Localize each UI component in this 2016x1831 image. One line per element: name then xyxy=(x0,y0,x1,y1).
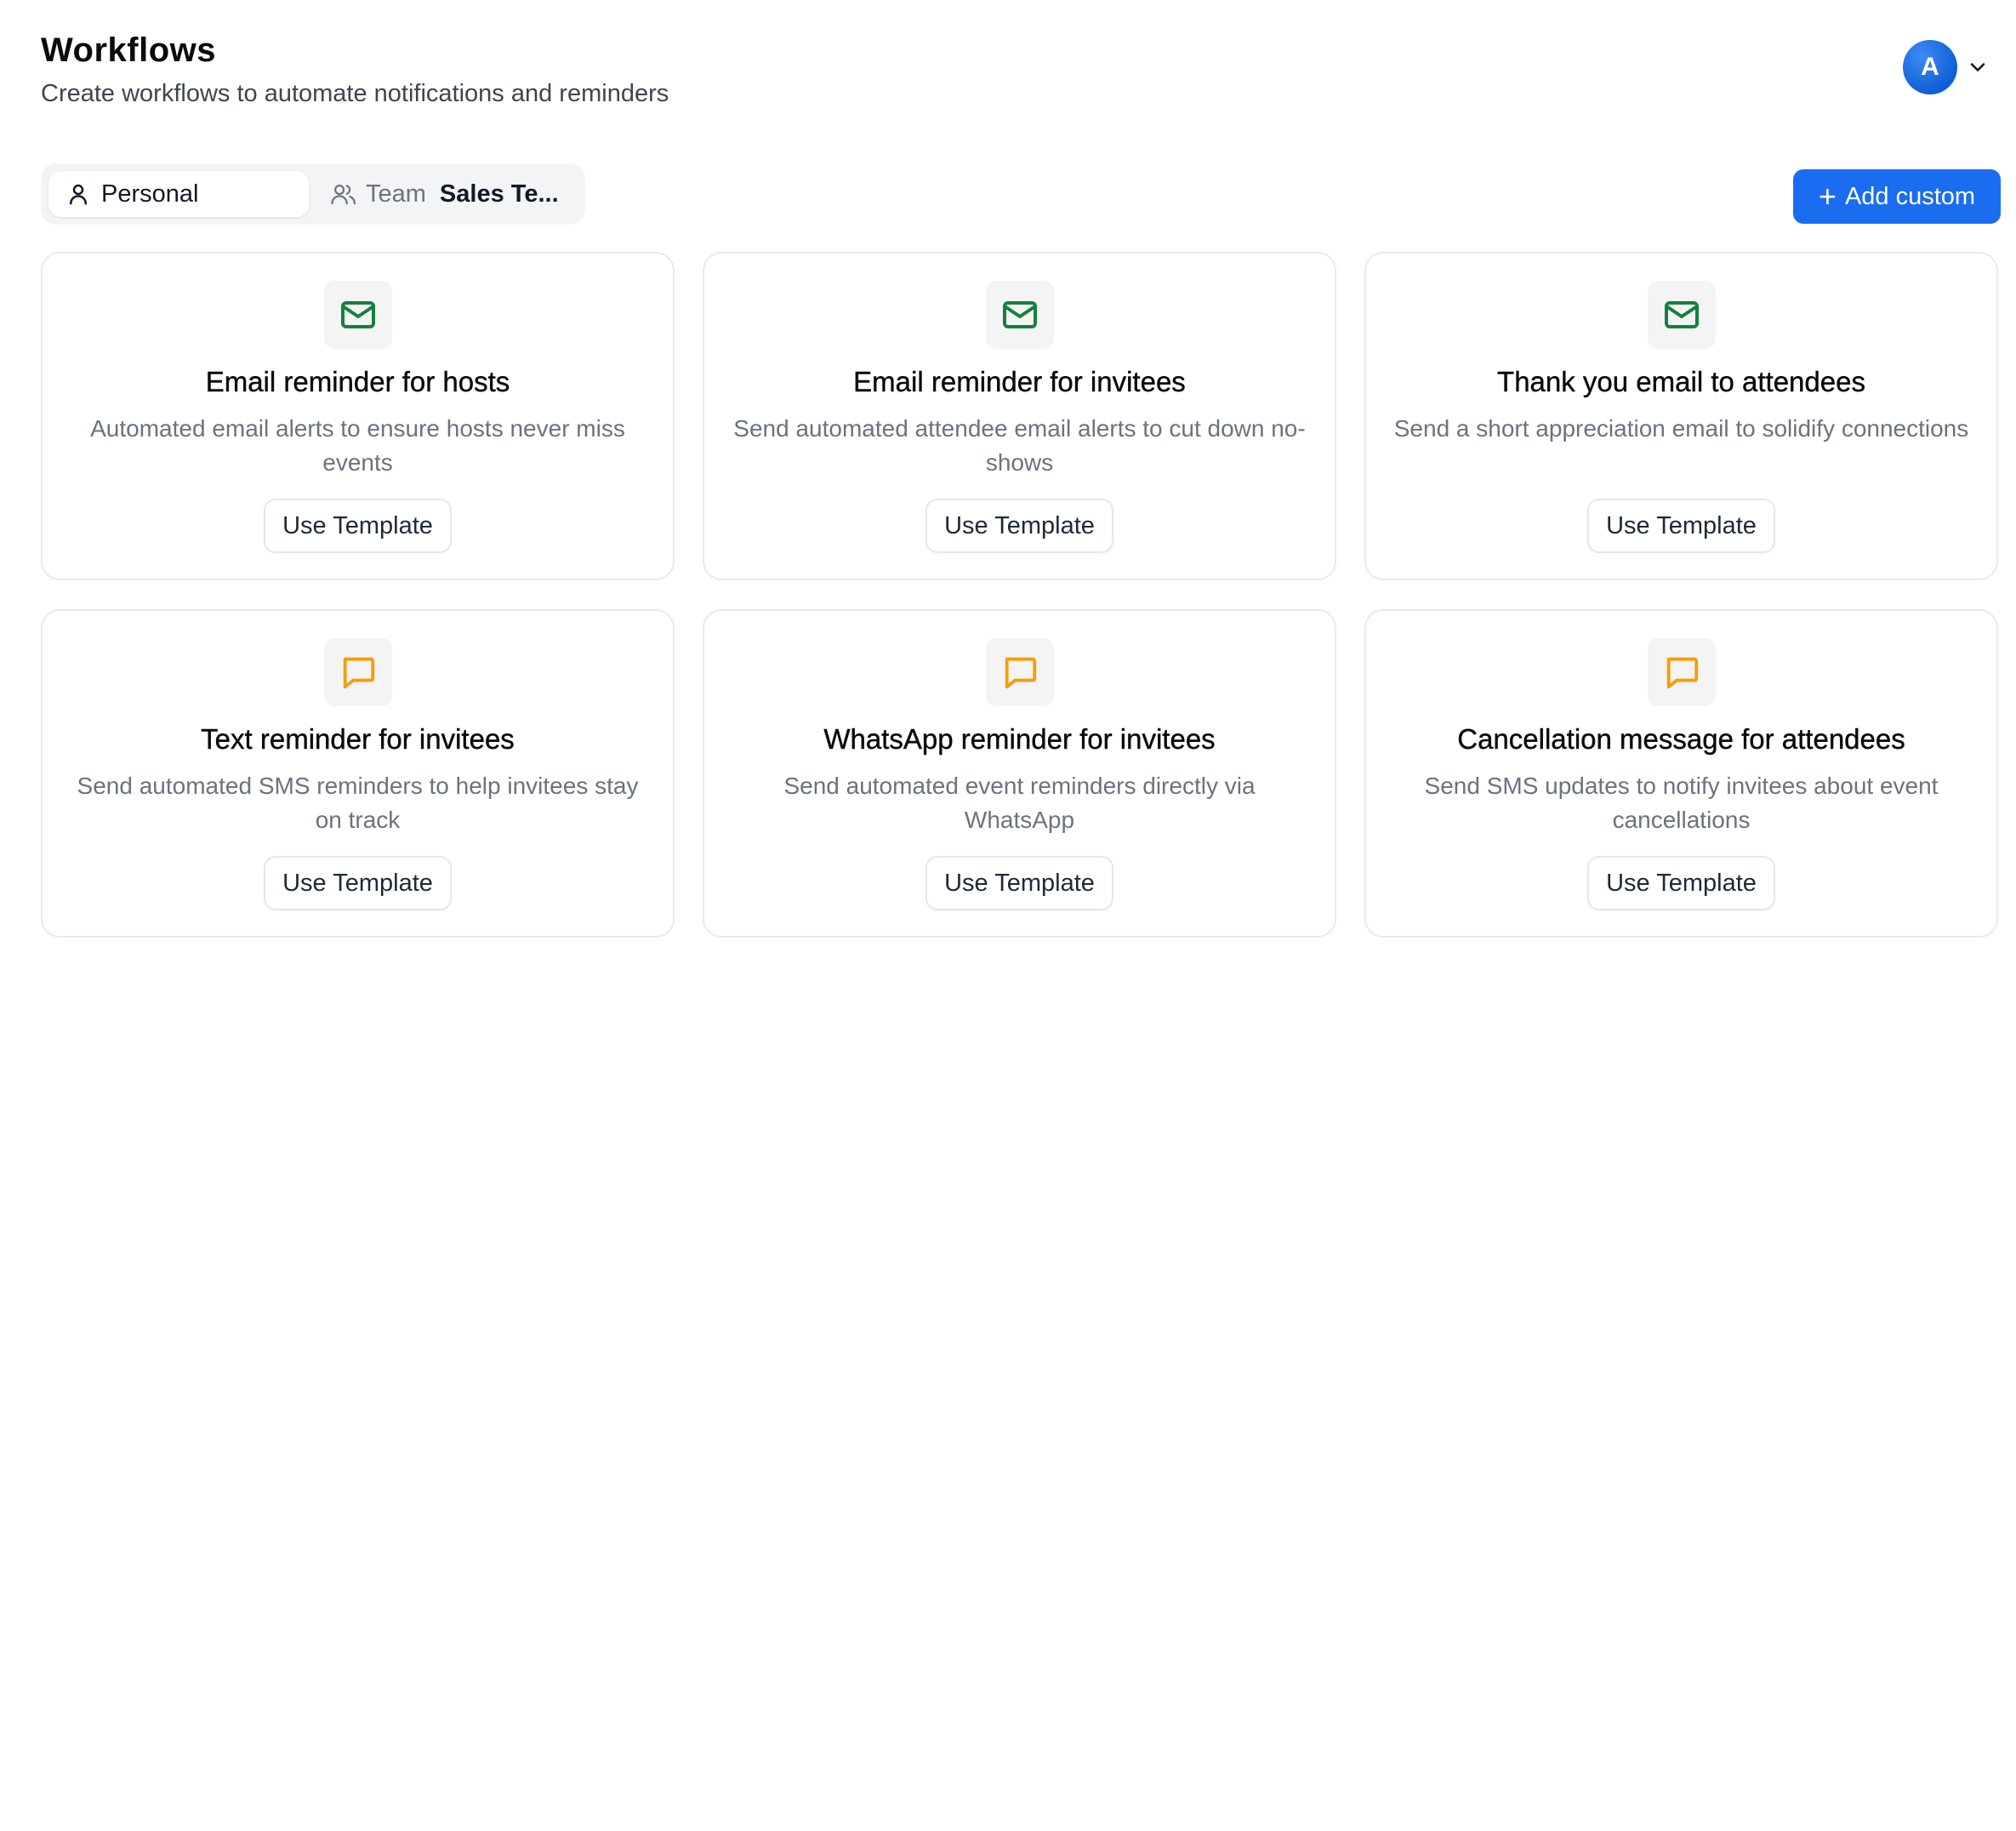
card-description: Send automated SMS reminders to help inv… xyxy=(77,773,639,833)
use-template-button[interactable]: Use Template xyxy=(925,499,1113,553)
tab-team-label: Team xyxy=(366,180,426,208)
page-header: Workflows Create workflows to automate n… xyxy=(41,26,669,111)
card-title: Cancellation message for attendees xyxy=(1457,723,1905,755)
use-template-button[interactable]: Use Template xyxy=(264,856,452,910)
card-description: Send automated event reminders directly … xyxy=(783,773,1256,833)
page-title: Workflows xyxy=(41,31,217,69)
template-grid: Email reminder for hosts Automated email… xyxy=(41,252,2001,938)
user-menu[interactable]: A xyxy=(1903,40,1990,94)
add-custom-label: Add custom xyxy=(1844,182,1976,210)
scope-switcher: Personal Team Sales Te... xyxy=(41,163,585,225)
use-template-button[interactable]: Use Template xyxy=(925,856,1113,910)
user-icon xyxy=(70,184,87,205)
template-card: Text reminder for invitees Send automate… xyxy=(41,609,675,938)
template-card: WhatsApp reminder for invitees Send auto… xyxy=(703,609,1336,938)
tab-team[interactable]: Team Sales Te... xyxy=(330,171,559,217)
message-square-icon xyxy=(1647,638,1716,706)
use-template-button[interactable]: Use Template xyxy=(264,499,452,553)
card-description: Send automated attendee email alerts to … xyxy=(733,415,1306,476)
workflows-page: Workflows Create workflows to automate n… xyxy=(0,0,2016,1831)
message-square-icon xyxy=(985,638,1054,706)
card-description: Send a short appreciation email to solid… xyxy=(1393,415,1969,442)
chevron-down-icon[interactable] xyxy=(1966,55,1990,79)
team-name: Sales Te... xyxy=(439,180,559,208)
page-subtitle: Create workflows to automate notificatio… xyxy=(41,80,669,107)
card-title: Text reminder for invitees xyxy=(201,723,515,755)
card-title: Thank you email to attendees xyxy=(1497,366,1865,397)
template-card: Thank you email to attendees Send a shor… xyxy=(1364,252,1998,580)
template-card: Email reminder for hosts Automated email… xyxy=(41,252,675,580)
mail-icon xyxy=(985,281,1054,349)
card-title: Email reminder for invitees xyxy=(853,366,1186,397)
tab-personal[interactable]: Personal xyxy=(48,171,309,217)
tab-personal-label: Personal xyxy=(101,180,199,208)
card-description: Automated email alerts to ensure hosts n… xyxy=(90,415,625,476)
template-card: Cancellation message for attendees Send … xyxy=(1364,609,1998,938)
use-template-button[interactable]: Use Template xyxy=(1587,856,1775,910)
add-custom-button[interactable]: + Add custom xyxy=(1793,169,2001,224)
card-title: WhatsApp reminder for invitees xyxy=(823,723,1216,755)
use-template-button[interactable]: Use Template xyxy=(1587,499,1775,553)
template-card: Email reminder for invitees Send automat… xyxy=(703,252,1336,580)
plus-icon: + xyxy=(1818,179,1837,214)
card-title: Email reminder for hosts xyxy=(205,366,510,397)
users-icon xyxy=(331,185,356,205)
avatar[interactable]: A xyxy=(1903,40,1957,94)
mail-icon xyxy=(323,281,392,349)
message-square-icon xyxy=(323,638,392,706)
mail-icon xyxy=(1647,281,1716,349)
card-description: Send SMS updates to notify invitees abou… xyxy=(1424,773,1939,833)
